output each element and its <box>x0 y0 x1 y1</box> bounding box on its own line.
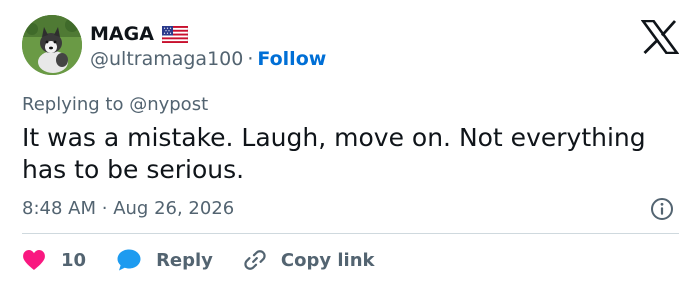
like-count: 10 <box>61 249 87 271</box>
author-display-name[interactable]: MAGA <box>90 22 154 46</box>
tweet-timestamp[interactable]: 8:48 AM · Aug 26, 2026 <box>22 197 234 221</box>
copy-link-button[interactable]: Copy link <box>243 248 375 272</box>
handle-separator: · <box>247 48 254 70</box>
reply-context: Replying to @nypost <box>22 94 209 115</box>
link-icon <box>244 250 266 270</box>
x-logo-icon[interactable] <box>640 19 680 55</box>
avatar[interactable] <box>22 15 82 75</box>
follow-button[interactable]: Follow <box>257 48 326 70</box>
author-name-row: MAGA <box>90 22 189 46</box>
tweet-time: 8:48 AM <box>22 198 96 219</box>
info-icon[interactable] <box>650 197 674 221</box>
copy-link-label: Copy link <box>280 249 375 271</box>
us-flag-icon <box>161 25 189 43</box>
author-handle[interactable]: @ultramaga100 <box>90 48 243 70</box>
reply-label: Reply <box>156 249 213 271</box>
heart-icon <box>23 250 45 270</box>
tweet-text: It was a mistake. Laugh, move on. Not ev… <box>22 123 646 184</box>
divider <box>22 233 679 234</box>
like-button[interactable]: 10 <box>22 249 86 271</box>
reply-button[interactable]: Reply <box>116 248 213 272</box>
tweet-actions: 10 Reply Copy link <box>22 247 375 273</box>
tweet-date: Aug 26, 2026 <box>113 198 235 219</box>
avatar-dog-image <box>22 15 82 75</box>
timestamp-separator: · <box>101 198 108 219</box>
author-handle-row: @ultramaga100 · Follow <box>90 47 326 71</box>
reply-bubble-icon <box>117 249 141 271</box>
